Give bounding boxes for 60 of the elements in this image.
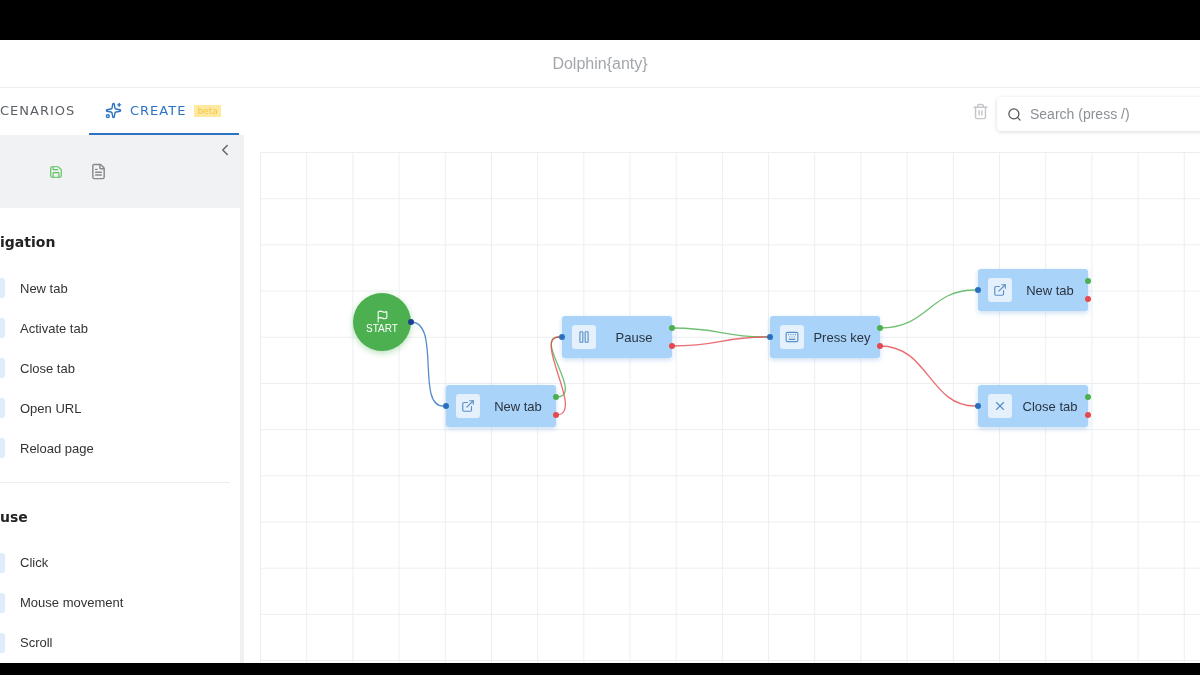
node-label: New tab	[1025, 282, 1075, 298]
section-title: use	[0, 508, 29, 525]
success-port[interactable]	[1085, 278, 1091, 284]
start-label: START	[366, 323, 398, 334]
input-port[interactable]	[559, 334, 565, 340]
search-icon	[1007, 107, 1022, 122]
external-link-icon	[993, 283, 1007, 297]
input-port[interactable]	[443, 403, 449, 409]
item-icon	[0, 438, 5, 458]
beta-badge: beta	[194, 104, 221, 117]
item-icon	[0, 632, 5, 653]
keyboard-icon	[785, 330, 799, 344]
input-port[interactable]	[975, 403, 981, 409]
action-node[interactable]: Press key	[770, 316, 880, 358]
item-icon	[0, 278, 5, 298]
save-icon[interactable]	[49, 164, 63, 179]
sidebar-item[interactable]: Mouse movement	[20, 595, 124, 611]
input-port[interactable]	[767, 334, 773, 340]
pause-icon	[577, 330, 591, 344]
node-label: Close tab	[1021, 398, 1079, 414]
item-icon	[0, 318, 5, 338]
node-label: Pause	[614, 329, 654, 345]
sidebar-item[interactable]: Scroll	[20, 635, 53, 651]
flag-icon	[375, 310, 389, 323]
output-port[interactable]	[408, 319, 414, 325]
sidebar-item[interactable]: Open URL	[20, 400, 82, 416]
item-icon	[0, 592, 5, 613]
item-icon	[0, 358, 5, 378]
error-port[interactable]	[553, 412, 559, 418]
sidebar-item[interactable]: Activate tab	[20, 320, 88, 336]
success-port[interactable]	[1085, 394, 1091, 400]
trash-icon[interactable]	[972, 103, 989, 120]
action-node[interactable]: New tab	[978, 269, 1088, 311]
document-icon[interactable]	[90, 163, 107, 180]
action-node[interactable]: New tab	[446, 385, 556, 427]
section-title: igation	[0, 234, 57, 250]
external-link-icon	[461, 399, 475, 413]
search-field[interactable]: Search (press /)	[997, 97, 1200, 131]
sidebar-item[interactable]: Click	[20, 555, 49, 571]
node-label: Press key	[812, 329, 872, 345]
error-port[interactable]	[1085, 412, 1091, 418]
success-port[interactable]	[669, 325, 675, 331]
window-title: Dolphin{anty}	[552, 54, 648, 73]
sidebar-item[interactable]: Reload page	[20, 440, 94, 456]
success-port[interactable]	[553, 394, 559, 400]
sidebar-item[interactable]: New tab	[20, 280, 68, 296]
error-port[interactable]	[1085, 296, 1091, 302]
sparkle-icon	[105, 102, 122, 119]
success-port[interactable]	[877, 325, 883, 331]
x-icon	[993, 399, 1007, 413]
node-label: New tab	[493, 398, 543, 414]
action-node[interactable]: Pause	[562, 316, 672, 358]
item-icon	[0, 552, 5, 573]
sidebar-item[interactable]: Close tab	[20, 360, 75, 376]
tab[interactable]: CENARIOS	[0, 88, 89, 135]
item-icon	[0, 398, 5, 418]
action-node[interactable]: Close tab	[978, 385, 1088, 427]
input-port[interactable]	[975, 287, 981, 293]
error-port[interactable]	[669, 343, 675, 349]
error-port[interactable]	[877, 343, 883, 349]
